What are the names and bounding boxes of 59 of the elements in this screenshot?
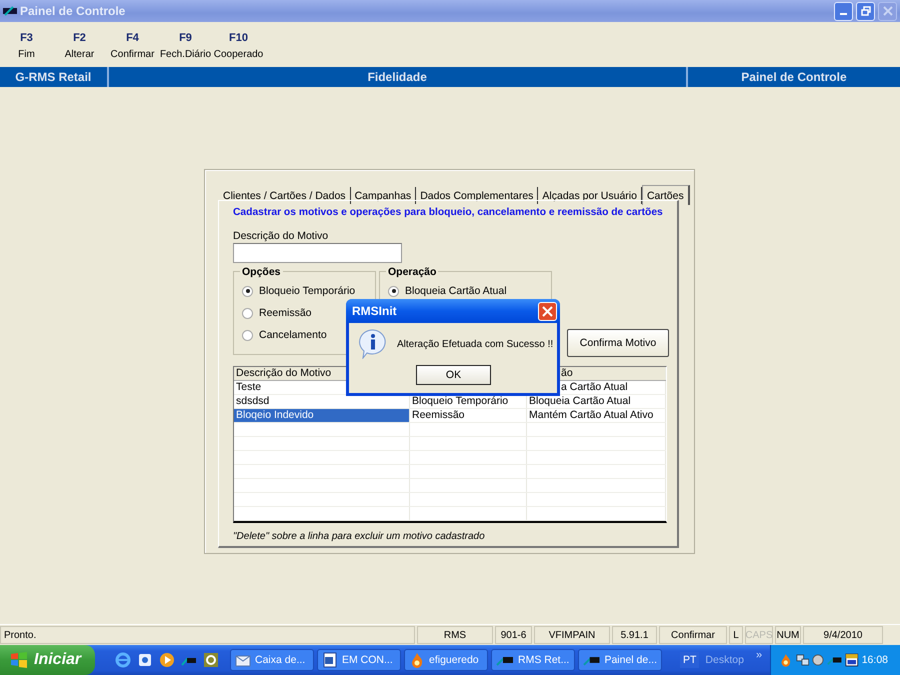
close-icon (542, 306, 553, 316)
table-cell[interactable]: Reemissão (410, 409, 527, 422)
function-key-button[interactable]: F2 Alterar (53, 22, 106, 66)
function-key-button[interactable]: F3 Fim (0, 22, 53, 66)
confirm-button[interactable]: Confirma Motivo (567, 329, 669, 357)
header-label: G-RMS Retail (14, 69, 92, 86)
table-cell[interactable]: Mantém Cartão Atual Ativo (527, 409, 666, 422)
motive-input-field[interactable] (233, 243, 402, 263)
radio-option[interactable]: Cancelamento (242, 324, 327, 346)
minimize-button[interactable] (834, 2, 853, 20)
function-key-button[interactable]: F10 Cooperado (212, 22, 265, 66)
taskbar-button[interactable]: efigueredo (404, 649, 488, 671)
info-icon (359, 329, 387, 359)
heading: Cadastrar os motivos e operações para bloqueio, cancelamento e reemissão de cartões (233, 207, 663, 218)
status-pane: RMS (417, 626, 493, 644)
taskbar-button[interactable]: RMS Ret... (491, 649, 575, 671)
status-pane: 901-6 (495, 626, 532, 644)
taskbar-button[interactable]: EM CON... (317, 649, 401, 671)
tab[interactable]: Cartões (642, 185, 690, 205)
browser-icon[interactable] (115, 652, 131, 668)
dialog-title: RMSInit (352, 304, 398, 318)
status-pane: Pronto. (0, 626, 415, 644)
language-indicator[interactable]: PT (680, 652, 700, 668)
toolbar-chevron[interactable]: » (756, 649, 762, 661)
group-title: Opções (240, 266, 283, 278)
document-icon (322, 652, 338, 668)
function-key-button[interactable]: F9 Fech.Diário (159, 22, 212, 66)
table-cell[interactable]: Bloqeio Indevido (234, 409, 410, 422)
status-pane: L (729, 626, 743, 644)
flame-icon (779, 652, 793, 668)
header-label: Painel de Controle (686, 67, 900, 87)
network-icon[interactable] (796, 652, 810, 668)
taskbar-button[interactable]: Caixa de... (230, 649, 314, 671)
status-pane: Confirmar (659, 626, 727, 644)
window-title: Painel de Controle (20, 4, 126, 18)
hint-text: "Delete" sobre a linha para excluir um motivo cadastrado (233, 531, 486, 542)
clock: 16:08 (862, 654, 888, 666)
app-icon (3, 5, 17, 17)
start-button[interactable]: Iniciar (0, 645, 95, 675)
header-label: Fidelidade (106, 67, 686, 87)
ok-button[interactable]: OK (416, 365, 491, 385)
radio-option[interactable]: Reemissão (242, 302, 312, 324)
restore-icon (860, 6, 870, 16)
status-pane: 5.91.1 (612, 626, 657, 644)
flame-icon (409, 652, 425, 668)
field-label: Descrição do Motivo (233, 230, 330, 242)
status-pane: VFIMPAIN (534, 626, 610, 644)
status-pane: NUM (775, 626, 801, 644)
media-player-icon[interactable] (159, 652, 175, 668)
dialog-message: Alteração Efetuada com Sucesso !! (397, 338, 554, 350)
taskbar-button[interactable]: Painel de... (578, 649, 662, 671)
function-key-button[interactable]: F4 Confirmar (106, 22, 159, 66)
close-icon (882, 6, 892, 16)
calendar-icon[interactable] (845, 652, 859, 668)
flag-icon (10, 652, 28, 668)
desktop-toolbar-label: Desktop (705, 654, 744, 666)
status-pane: 9/4/2010 (803, 626, 883, 644)
group-title: Operação (386, 266, 438, 278)
restore-button[interactable] (856, 2, 875, 20)
